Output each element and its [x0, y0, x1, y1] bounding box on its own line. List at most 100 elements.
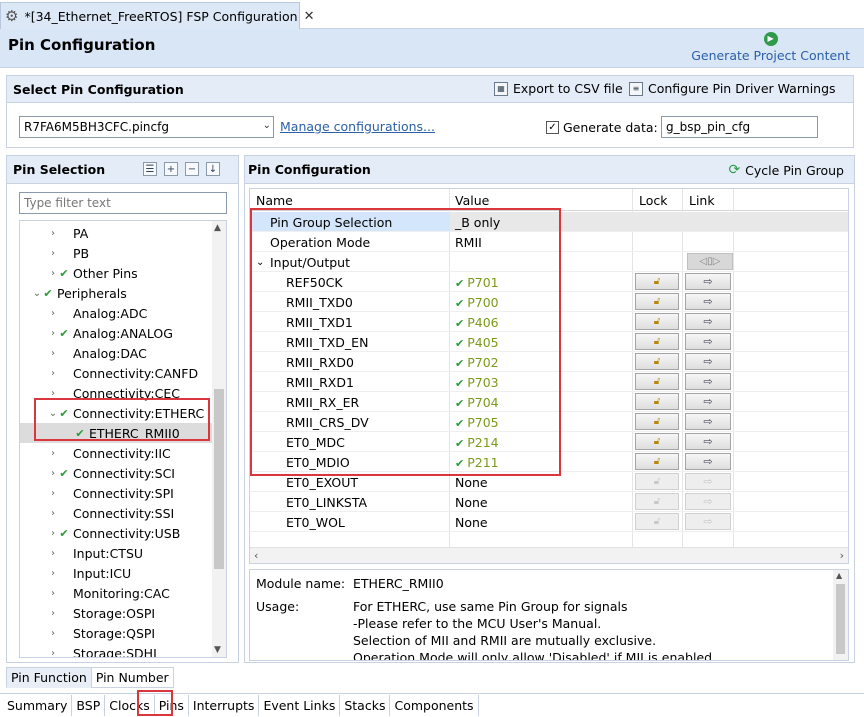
row-value[interactable]: ✔ P406: [455, 315, 499, 330]
scroll-right-icon[interactable]: ›: [840, 549, 844, 562]
tree-item[interactable]: › ✔ Analog:ANALOG: [20, 323, 212, 343]
scroll-up-icon[interactable]: ▲: [214, 223, 221, 233]
table-row[interactable]: ET0_MDIO ✔ P211 🔓︎ ⇨: [250, 452, 848, 472]
row-value[interactable]: ✔ P701: [455, 275, 499, 290]
chevron-right-icon[interactable]: ›: [48, 348, 58, 359]
export-csv-button[interactable]: ▦ Export to CSV file: [494, 81, 623, 96]
row-value[interactable]: None: [455, 515, 488, 530]
lock-icon[interactable]: 🔓︎: [635, 313, 679, 330]
generate-data-checkbox[interactable]: ✓: [546, 121, 559, 134]
lock-icon[interactable]: 🔓︎: [635, 273, 679, 290]
column-lock[interactable]: Lock: [639, 193, 668, 208]
row-value[interactable]: _B only: [455, 215, 500, 230]
chevron-right-icon[interactable]: ›: [48, 308, 58, 319]
row-value[interactable]: ✔ P214: [455, 435, 499, 450]
table-row[interactable]: ET0_WOL None 🔓︎ ⇨: [250, 512, 848, 532]
tree-item[interactable]: › PB: [20, 243, 212, 263]
chevron-down-icon[interactable]: ⌄: [256, 257, 264, 268]
link-arrow-icon[interactable]: ⇨: [685, 333, 731, 350]
cycle-pin-group-button[interactable]: ⟳ Cycle Pin Group: [728, 162, 844, 178]
collapse-all-icon[interactable]: −: [185, 162, 199, 176]
lock-icon[interactable]: 🔓︎: [635, 413, 679, 430]
row-value[interactable]: ✔ P704: [455, 395, 499, 410]
info-scrollbar[interactable]: ▲: [833, 570, 848, 660]
chevron-down-icon[interactable]: ⌄: [32, 288, 42, 299]
link-arrow-icon[interactable]: ⇨: [685, 313, 731, 330]
manage-configurations-link[interactable]: Manage configurations...: [280, 119, 435, 134]
table-row[interactable]: Operation Mode RMII: [250, 232, 848, 252]
lock-icon[interactable]: 🔓︎: [635, 333, 679, 350]
editor-tab[interactable]: ⚙ *[34_Ethernet_FreeRTOS] FSP Configurat…: [0, 2, 315, 29]
scroll-thumb[interactable]: [214, 389, 224, 569]
lock-icon[interactable]: 🔓︎: [635, 293, 679, 310]
scroll-left-icon[interactable]: ‹: [254, 549, 258, 562]
tree-item[interactable]: › Storage:SDHI: [20, 643, 212, 658]
chevron-right-icon[interactable]: ›: [48, 448, 58, 459]
table-row[interactable]: RMII_TXD1 ✔ P406 🔓︎ ⇨: [250, 312, 848, 332]
tab-pin-function[interactable]: Pin Function: [6, 667, 92, 688]
table-row[interactable]: ET0_MDC ✔ P214 🔓︎ ⇨: [250, 432, 848, 452]
table-row[interactable]: ET0_LINKSTA None 🔓︎ ⇨: [250, 492, 848, 512]
tree-item[interactable]: › Storage:QSPI: [20, 623, 212, 643]
chevron-right-icon[interactable]: ›: [48, 248, 58, 259]
tab-interrupts[interactable]: Interrupts: [189, 695, 260, 716]
generate-project-content-button[interactable]: ▶ Generate Project Content: [691, 32, 850, 63]
tab-components[interactable]: Components: [390, 695, 479, 716]
table-row[interactable]: RMII_RX_ER ✔ P704 🔓︎ ⇨: [250, 392, 848, 412]
row-value[interactable]: ✔ P702: [455, 355, 499, 370]
tree-item[interactable]: › Connectivity:CANFD: [20, 363, 212, 383]
lock-icon[interactable]: 🔓︎: [635, 453, 679, 470]
table-row[interactable]: RMII_TXD0 ✔ P700 🔓︎ ⇨: [250, 292, 848, 312]
row-value[interactable]: ✔ P703: [455, 375, 499, 390]
link-arrow-icon[interactable]: ⇨: [685, 433, 731, 450]
table-row[interactable]: RMII_RXD1 ✔ P703 🔓︎ ⇨: [250, 372, 848, 392]
chevron-right-icon[interactable]: ›: [48, 268, 58, 279]
table-row[interactable]: RMII_RXD0 ✔ P702 🔓︎ ⇨: [250, 352, 848, 372]
row-value[interactable]: None: [455, 475, 488, 490]
tree-item[interactable]: › ✔ Connectivity:SCI: [20, 463, 212, 483]
tree-scrollbar[interactable]: ▲ ▼: [212, 221, 226, 657]
tree-item[interactable]: › Input:CTSU: [20, 543, 212, 563]
lock-icon[interactable]: 🔓︎: [635, 373, 679, 390]
table-row[interactable]: ET0_EXOUT None 🔓︎ ⇨: [250, 472, 848, 492]
link-arrow-icon[interactable]: ⇨: [685, 273, 731, 290]
list-view-icon[interactable]: ☰: [143, 162, 157, 176]
link-arrow-icon[interactable]: ⇨: [685, 353, 731, 370]
row-value[interactable]: None: [455, 495, 488, 510]
configure-driver-warnings-button[interactable]: ≡ Configure Pin Driver Warnings: [629, 81, 836, 96]
scroll-down-icon[interactable]: ▼: [214, 645, 221, 655]
horizontal-scrollbar[interactable]: ‹ ›: [250, 547, 848, 563]
tree-item[interactable]: › Input:ICU: [20, 563, 212, 583]
chevron-right-icon[interactable]: ›: [48, 508, 58, 519]
chevron-right-icon[interactable]: ›: [48, 608, 58, 619]
expand-all-icon[interactable]: +: [164, 162, 178, 176]
row-value[interactable]: ✔ P705: [455, 415, 499, 430]
tab-bsp[interactable]: BSP: [72, 695, 106, 716]
chevron-down-icon[interactable]: ⌄: [48, 408, 58, 419]
close-icon[interactable]: ✕: [304, 9, 315, 24]
chevron-right-icon[interactable]: ›: [48, 488, 58, 499]
tree-item[interactable]: ⌄ ✔ Connectivity:ETHERC: [20, 403, 212, 423]
table-row[interactable]: RMII_CRS_DV ✔ P705 🔓︎ ⇨: [250, 412, 848, 432]
tree-item[interactable]: › Connectivity:SSI: [20, 503, 212, 523]
tab-pin-number[interactable]: Pin Number: [90, 667, 174, 688]
chevron-right-icon[interactable]: ›: [48, 328, 58, 339]
link-arrow-icon[interactable]: ⇨: [685, 393, 731, 410]
tree-item[interactable]: › PA: [20, 223, 212, 243]
chevron-right-icon[interactable]: ›: [48, 228, 58, 239]
tree-item[interactable]: › Connectivity:SPI: [20, 483, 212, 503]
chevron-right-icon[interactable]: ›: [48, 368, 58, 379]
column-value[interactable]: Value: [455, 193, 489, 208]
chevron-right-icon[interactable]: ›: [48, 588, 58, 599]
filter-input[interactable]: Type filter text: [19, 192, 227, 214]
pin-config-select[interactable]: R7FA6M5BH3CFC.pincfg ⌄: [19, 116, 274, 138]
chevron-right-icon[interactable]: ›: [48, 388, 58, 399]
link-arrow-icon[interactable]: ⇨: [685, 373, 731, 390]
tab-clocks[interactable]: Clocks: [105, 695, 155, 716]
tab-stacks[interactable]: Stacks: [340, 695, 391, 716]
chevron-right-icon[interactable]: ›: [48, 628, 58, 639]
column-link[interactable]: Link: [689, 193, 715, 208]
chevron-right-icon[interactable]: ›: [48, 548, 58, 559]
row-value[interactable]: RMII: [455, 235, 482, 250]
tree-item[interactable]: › Storage:OSPI: [20, 603, 212, 623]
